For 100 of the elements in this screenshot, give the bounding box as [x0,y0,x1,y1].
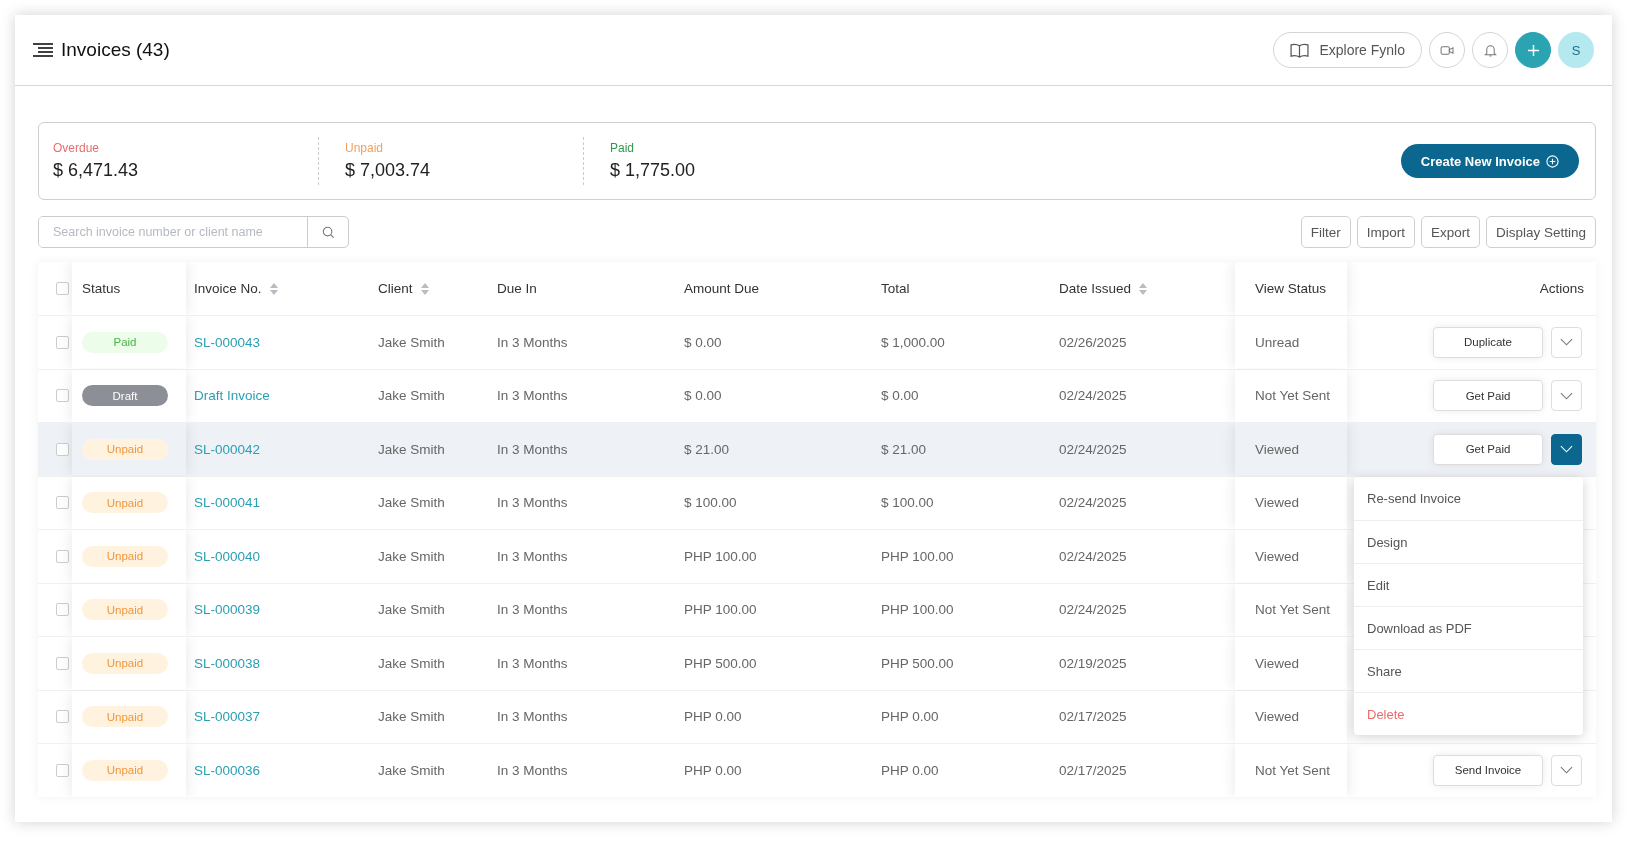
sort-icon[interactable] [269,282,278,295]
column-header: Due In [497,281,537,296]
menu-item[interactable]: Download as PDF [1354,606,1583,649]
status-badge: Unpaid [82,545,168,567]
dropdown-toggle[interactable] [1551,433,1582,465]
checkbox[interactable] [56,496,69,510]
total-text: $ 1,000.00 [881,334,945,350]
toolbar-button[interactable]: Filter [1300,216,1351,248]
search-field[interactable]: Search invoice number or client name [38,216,349,248]
menu-item[interactable]: Share [1354,649,1583,692]
checkbox[interactable] [56,549,69,563]
date-text: 02/24/2025 [1059,602,1127,618]
checkbox[interactable] [56,656,69,670]
stat-amount: $ 1,775.00 [610,160,697,181]
amount-text: PHP 100.00 [684,548,757,564]
status-badge: Unpaid [82,706,168,728]
toolbar-button[interactable]: Export [1420,216,1480,248]
amount-text: PHP 500.00 [684,655,757,671]
column-header: Amount Due [684,281,760,296]
amount-text: PHP 0.00 [684,762,742,778]
client-name: Jake Smith [378,441,445,457]
column-header: Actions [1539,281,1584,296]
view-status-text: Not Yet Sent [1255,762,1331,778]
date-text: 02/24/2025 [1059,495,1127,511]
client-name: Jake Smith [378,602,445,618]
status-badge: Draft [82,385,168,407]
action-button[interactable]: Duplicate [1433,326,1543,358]
page-title: Invoices (43) [61,39,170,61]
total-text: PHP 0.00 [881,709,939,725]
stat-label: Paid [610,141,636,155]
menu-item[interactable]: Edit [1354,563,1583,606]
client-name: Jake Smith [378,548,445,564]
menu-icon[interactable] [33,43,53,57]
column-header[interactable]: Invoice No. [194,281,278,296]
view-status-text: Unread [1255,334,1300,350]
chevron-down-icon [1560,391,1573,400]
date-text: 02/19/2025 [1059,655,1127,671]
amount-text: $ 21.00 [684,441,730,457]
toolbar-button[interactable]: Import [1356,216,1415,248]
date-text: 02/17/2025 [1059,762,1127,778]
view-status-text: Viewed [1255,548,1300,564]
search-icon[interactable] [321,225,335,239]
create-invoice-button[interactable]: Create New Invoice [1400,144,1579,178]
explore-button[interactable]: Explore Fynlo [1273,32,1422,68]
action-button[interactable]: Get Paid [1433,380,1543,412]
due-date-text: In 3 Months [497,602,568,618]
date-text: 02/24/2025 [1059,441,1127,457]
chevron-down-icon [1560,766,1573,775]
checkbox[interactable] [56,603,69,617]
date-text: 02/24/2025 [1059,388,1127,404]
amount-text: $ 0.00 [684,334,722,350]
column-header[interactable]: Date Issued [1059,281,1148,296]
column-header[interactable]: Client [378,281,429,296]
stat-label: Unpaid [345,141,385,155]
status-badge: Unpaid [82,759,168,781]
status-badge: Unpaid [82,599,168,621]
toolbar-button[interactable]: Display Setting [1485,216,1596,248]
column-header: Total [881,281,910,296]
total-text: $ 100.00 [881,495,934,511]
video-camera-icon [1439,44,1455,56]
chevron-down-icon [1560,445,1573,454]
view-status-text: Not Yet Sent [1255,388,1331,404]
menu-item[interactable]: Re-send Invoice [1354,477,1583,520]
due-date-text: In 3 Months [497,334,568,350]
checkbox[interactable] [56,389,69,403]
chevron-down-icon [1560,338,1573,347]
add-button[interactable] [1515,32,1551,68]
due-date-text: In 3 Months [497,548,568,564]
checkbox[interactable] [56,335,69,349]
client-name: Jake Smith [378,388,445,404]
checkbox[interactable] [56,763,69,777]
notification-button[interactable] [1472,32,1508,68]
sort-icon[interactable] [420,282,429,295]
view-status-text: Viewed [1255,495,1300,511]
stat-label: Overdue [53,141,101,155]
total-text: PHP 0.00 [881,762,939,778]
view-status-text: Viewed [1255,709,1300,725]
checkbox[interactable] [56,710,69,724]
video-button[interactable] [1429,32,1465,68]
total-text: PHP 100.00 [881,602,954,618]
plus-icon [1526,43,1540,57]
user-avatar[interactable]: S [1558,32,1594,68]
action-button[interactable]: Get Paid [1433,433,1543,465]
view-status-text: Viewed [1255,655,1300,671]
status-badge: Unpaid [82,492,168,514]
sort-icon[interactable] [1139,282,1148,295]
action-button[interactable]: Send Invoice [1433,754,1543,786]
date-text: 02/24/2025 [1059,548,1127,564]
client-name: Jake Smith [378,334,445,350]
amount-text: PHP 0.00 [684,709,742,725]
checkbox[interactable] [56,282,69,295]
total-text: $ 0.00 [881,388,919,404]
plus-circle-icon [1546,154,1559,168]
view-status-text: Not Yet Sent [1255,602,1331,618]
menu-item[interactable]: Design [1354,520,1583,563]
total-text: $ 21.00 [881,441,927,457]
checkbox[interactable] [56,442,69,456]
due-date-text: In 3 Months [497,441,568,457]
client-name: Jake Smith [378,762,445,778]
status-badge: Paid [82,331,168,353]
